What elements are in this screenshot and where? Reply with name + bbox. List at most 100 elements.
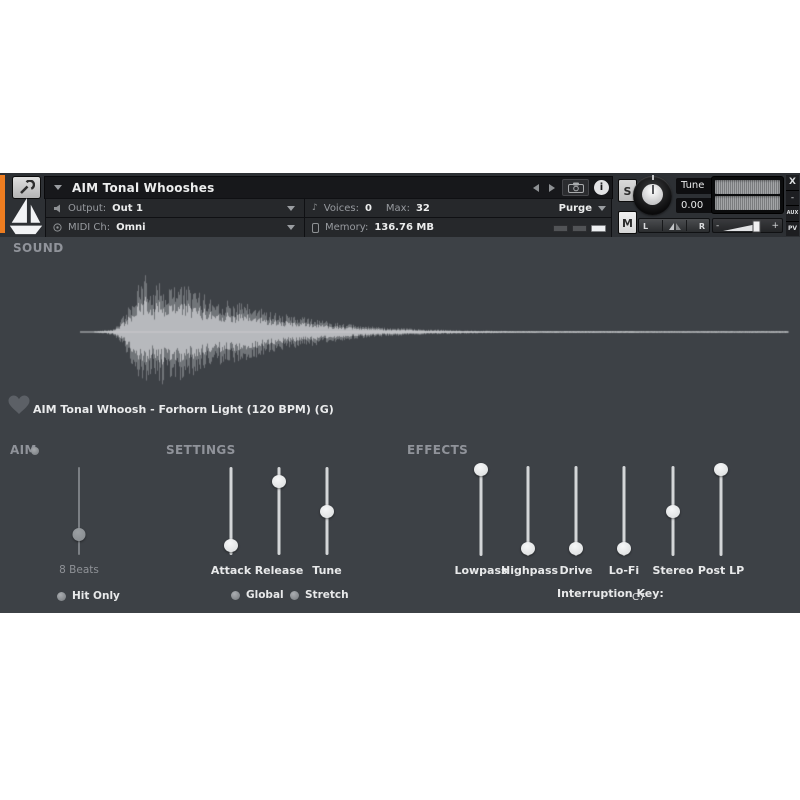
slider-handle[interactable] bbox=[569, 542, 583, 556]
stretch-label: Stretch bbox=[305, 589, 349, 601]
pan-left-label: L bbox=[643, 222, 649, 231]
midi-row[interactable]: MIDI Ch: Omni bbox=[46, 218, 304, 237]
heart-icon[interactable] bbox=[8, 395, 30, 415]
slider-label: Drive bbox=[559, 564, 593, 577]
midi-label: MIDI Ch: bbox=[68, 222, 111, 233]
settings-section-label: SETTINGS bbox=[166, 443, 236, 457]
edit-wrench-button[interactable] bbox=[12, 176, 41, 199]
instrument-color-strip bbox=[0, 175, 5, 233]
purge-led bbox=[553, 225, 568, 232]
window-controls: X - AUX PV bbox=[786, 175, 799, 236]
aim-beats-slider[interactable]: 8 Beats bbox=[52, 458, 106, 584]
close-button[interactable]: X bbox=[786, 175, 799, 191]
purge-menu[interactable]: Purge bbox=[559, 203, 606, 214]
purge-status-leds bbox=[553, 225, 606, 232]
waveform-display bbox=[0, 262, 800, 407]
purge-led bbox=[591, 225, 606, 232]
mute-button[interactable]: M bbox=[618, 211, 637, 234]
global-label: Global bbox=[246, 589, 284, 601]
attack-slider[interactable]: Attack bbox=[204, 458, 258, 584]
global-toggle[interactable]: Global bbox=[231, 589, 284, 601]
slider-handle[interactable] bbox=[474, 463, 488, 477]
slider-handle[interactable] bbox=[521, 542, 535, 556]
stretch-toggle[interactable]: Stretch bbox=[290, 589, 349, 601]
slider-label: 8 Beats bbox=[59, 564, 99, 576]
drive-slider[interactable]: Drive bbox=[549, 458, 603, 584]
slider-label: Tune bbox=[312, 564, 342, 577]
lowpass-slider[interactable]: Lowpass bbox=[454, 458, 508, 584]
effects-section-label: EFFECTS bbox=[407, 443, 469, 457]
slider-label: Release bbox=[254, 564, 304, 577]
slider-track[interactable] bbox=[78, 467, 80, 555]
purge-label: Purge bbox=[558, 202, 592, 214]
hit-only-label: Hit Only bbox=[72, 590, 120, 602]
memory-row: Memory: 136.76 MB bbox=[305, 218, 611, 237]
aim-led-icon[interactable] bbox=[31, 447, 39, 455]
note-icon: ♪ bbox=[312, 203, 318, 213]
output-value: Out 1 bbox=[112, 202, 143, 214]
wrench-icon bbox=[20, 180, 35, 194]
pan-divider bbox=[686, 220, 687, 231]
aux-button[interactable]: AUX bbox=[786, 206, 799, 222]
slider-track[interactable] bbox=[719, 466, 723, 556]
slider-handle[interactable] bbox=[666, 504, 680, 518]
tune-knob-cap bbox=[642, 184, 663, 205]
lofi-slider[interactable]: Lo-Fi bbox=[597, 458, 651, 584]
next-instrument-icon[interactable] bbox=[549, 184, 555, 192]
slider-handle[interactable] bbox=[224, 538, 238, 552]
slider-handle[interactable] bbox=[72, 528, 86, 542]
pan-right-label: R bbox=[698, 222, 705, 231]
prev-instrument-icon[interactable] bbox=[533, 184, 539, 192]
voices-label: Voices: bbox=[323, 202, 359, 214]
postlp-slider[interactable]: Post LP bbox=[694, 458, 748, 584]
kontakt-instrument: AIM Tonal Whooshes i Output: Out 1 ♪ Voi… bbox=[0, 0, 800, 800]
instrument-body: SOUND AIM Tonal Whoosh - Forhorn Light (… bbox=[0, 237, 800, 613]
purge-led bbox=[572, 225, 587, 232]
slider-label: Attack bbox=[210, 564, 252, 577]
slider-track[interactable] bbox=[479, 466, 483, 556]
output-label: Output: bbox=[68, 202, 107, 214]
instrument-titlebar[interactable]: AIM Tonal Whooshes i bbox=[45, 177, 612, 198]
hit-only-toggle[interactable]: Hit Only bbox=[57, 590, 120, 602]
level-meters bbox=[712, 177, 783, 213]
volume-slider[interactable]: - + bbox=[712, 218, 783, 233]
memory-icon bbox=[312, 222, 319, 233]
tune-slider[interactable]: Tune bbox=[300, 458, 354, 584]
voices-value: 0 bbox=[364, 202, 372, 214]
highpass-slider[interactable]: Highpass bbox=[501, 458, 559, 584]
output-dropdown-icon[interactable] bbox=[287, 206, 295, 211]
camera-icon bbox=[567, 182, 584, 193]
midi-dropdown-icon[interactable] bbox=[287, 225, 295, 230]
snapshot-camera-button[interactable] bbox=[562, 179, 589, 196]
meter-left bbox=[715, 180, 780, 194]
slider-handle[interactable] bbox=[272, 475, 286, 489]
stereo-slider[interactable]: Stereo bbox=[646, 458, 700, 584]
purge-dropdown-icon[interactable] bbox=[598, 205, 606, 211]
slider-label: Post LP bbox=[697, 564, 745, 577]
slider-handle[interactable] bbox=[714, 463, 728, 477]
collapse-arrow-icon[interactable] bbox=[54, 185, 62, 190]
slider-label: Stereo bbox=[652, 564, 694, 577]
instrument-header: AIM Tonal Whooshes i Output: Out 1 ♪ Voi… bbox=[0, 173, 800, 238]
slider-handle[interactable] bbox=[617, 542, 631, 556]
minimize-button[interactable]: - bbox=[786, 190, 799, 206]
release-slider[interactable]: Release bbox=[252, 458, 306, 584]
toggle-led-icon bbox=[290, 590, 299, 600]
interruption-key-value[interactable]: C7 bbox=[632, 592, 645, 603]
output-icon bbox=[54, 204, 60, 212]
output-row[interactable]: Output: Out 1 bbox=[46, 199, 304, 217]
instrument-title: AIM Tonal Whooshes bbox=[72, 180, 215, 195]
tune-knob[interactable] bbox=[633, 176, 672, 215]
slider-handle[interactable] bbox=[320, 504, 334, 518]
max-label: Max: bbox=[385, 202, 410, 214]
sailboat-logo-icon bbox=[6, 197, 46, 237]
pan-slider[interactable]: L R bbox=[638, 218, 710, 233]
pv-button[interactable]: PV bbox=[786, 221, 799, 236]
info-button[interactable]: i bbox=[594, 180, 609, 195]
slider-label: Highpass bbox=[501, 564, 559, 577]
voices-row: ♪ Voices: 0 Max: 32 Purge bbox=[305, 199, 611, 217]
slider-label: Lowpass bbox=[454, 564, 508, 577]
midi-value: Omni bbox=[116, 222, 146, 233]
midi-icon bbox=[53, 223, 62, 232]
sample-name: AIM Tonal Whoosh - Forhorn Light (120 BP… bbox=[33, 403, 334, 416]
